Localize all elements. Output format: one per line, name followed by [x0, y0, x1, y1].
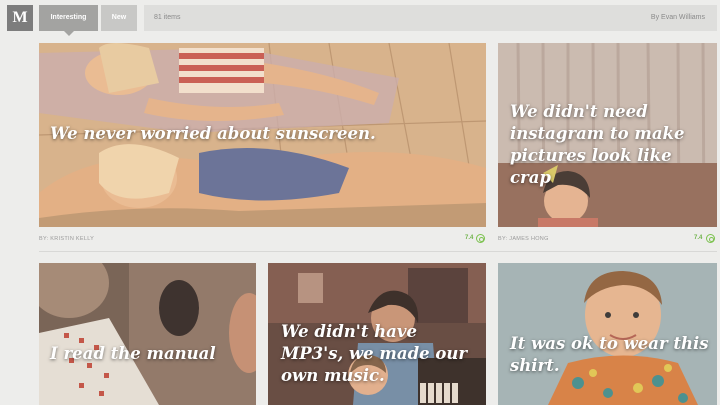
post-card-sunscreen[interactable]: We never worried about sunscreen.	[39, 43, 486, 227]
post-byline[interactable]: BY: JAMES HONG	[498, 236, 549, 242]
item-count: 81 items	[154, 14, 181, 21]
post-caption: We didn't have MP3's, we made our own mu…	[281, 322, 468, 385]
collection-author[interactable]: By Evan Williams	[651, 5, 705, 31]
post-score: 7.4	[694, 235, 703, 241]
post-caption: I read the manual	[50, 344, 216, 363]
medium-logo[interactable]: M	[7, 5, 33, 31]
post-score: 7.4	[465, 235, 474, 241]
tab-interesting[interactable]: Interesting	[39, 5, 98, 36]
row-divider	[39, 251, 717, 252]
post-caption: It was ok to wear this shirt.	[510, 334, 709, 375]
post-card-mp3[interactable]: We didn't have MP3's, we made our own mu…	[268, 263, 486, 405]
collection-info-bar: 81 items By Evan Williams	[144, 5, 717, 31]
post-card-shirt[interactable]: It was ok to wear this shirt.	[498, 263, 717, 405]
post-caption: We never worried about sunscreen.	[50, 124, 376, 143]
post-byline[interactable]: BY: KRISTIN KELLY	[39, 236, 94, 242]
post-caption: We didn't need instagram to make picture…	[510, 102, 685, 187]
post-photo	[39, 263, 256, 405]
score-ring-icon	[476, 234, 485, 243]
post-card-instagram[interactable]: We didn't need instagram to make picture…	[498, 43, 717, 227]
post-card-manual[interactable]: I read the manual	[39, 263, 256, 405]
tab-new[interactable]: New	[101, 5, 137, 31]
tab-bar: Interesting New	[39, 5, 139, 36]
score-ring-icon	[706, 234, 715, 243]
